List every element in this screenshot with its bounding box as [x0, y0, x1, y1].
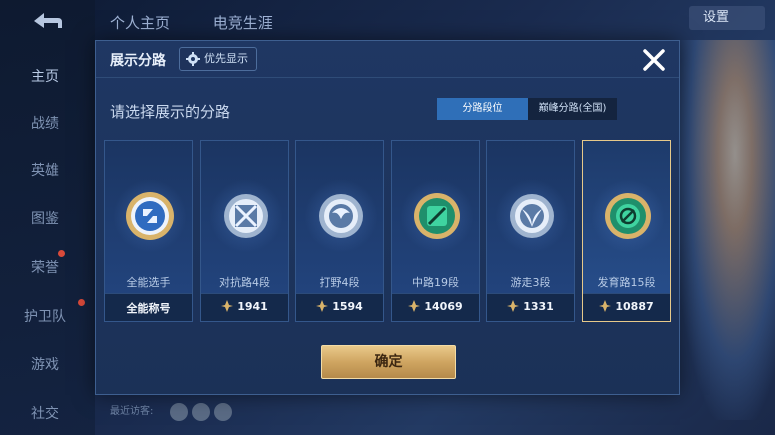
nav-guard[interactable]: 护卫队: [0, 306, 90, 326]
lane-score: 1594: [296, 300, 383, 313]
tab-lane-rank[interactable]: 分路段位: [437, 98, 528, 120]
nav-honors[interactable]: 荣誉: [0, 257, 90, 277]
lane-score: 全能称号: [126, 302, 171, 315]
lane-name: 打野4段: [319, 276, 360, 289]
rank-points-icon: [408, 300, 421, 312]
lane-card-mid[interactable]: 中路19段 14069: [391, 140, 480, 322]
avatar[interactable]: [192, 403, 210, 421]
nav-heroes[interactable]: 英雄: [0, 160, 90, 180]
nav-social[interactable]: 社交: [0, 403, 90, 423]
lane-card-jungle[interactable]: 打野4段 1594: [295, 140, 384, 322]
priority-display-label: 优先显示: [204, 52, 248, 65]
select-lane-prompt: 请选择展示的分路: [110, 103, 231, 121]
lane-card-top[interactable]: 对抗路4段 1941: [200, 140, 289, 322]
header-divider: [96, 77, 679, 78]
avatar[interactable]: [170, 403, 188, 421]
rank-points-icon: [316, 300, 329, 312]
avatar[interactable]: [214, 403, 232, 421]
farm-lane-emblem-icon: [605, 193, 651, 239]
nav-games[interactable]: 游戏: [0, 354, 90, 374]
lane-score: 14069: [392, 300, 479, 313]
lane-name: 游走3段: [510, 276, 551, 289]
notification-dot: [78, 299, 85, 306]
rank-points-icon: [599, 300, 612, 312]
rank-points-icon: [221, 300, 234, 312]
top-lane-emblem-icon: [224, 194, 268, 238]
lane-card-farm-selected[interactable]: 发育路15段 10887: [582, 140, 671, 322]
dialog-title: 展示分路: [110, 53, 166, 69]
recent-visitors-avatars: [170, 403, 232, 421]
tab-peak-lane[interactable]: 巅峰分路(全国): [528, 98, 617, 120]
back-arrow-icon[interactable]: [24, 8, 66, 34]
support-emblem-icon: [510, 194, 554, 238]
priority-display-button[interactable]: 优先显示: [179, 47, 257, 71]
settings-button[interactable]: 设置: [689, 6, 765, 30]
gear-icon: [186, 52, 200, 66]
lane-mode-toggle: 分路段位 巅峰分路(全国): [437, 98, 617, 120]
lane-name: 全能选手: [126, 276, 171, 289]
lane-display-dialog: 展示分路 优先显示 请选择展示的分路 分路段位 巅峰分路(全国) 全能选手 全能…: [95, 40, 680, 395]
lane-score: 10887: [583, 300, 670, 313]
lane-name: 发育路15段: [597, 276, 656, 289]
mid-lane-emblem-icon: [414, 193, 460, 239]
lane-card-list: 全能选手 全能称号 对抗路4段 1941 打野4段 1594 中路19段 140…: [104, 140, 674, 322]
nav-codex[interactable]: 图鉴: [0, 208, 90, 228]
top-tabs: 个人主页 电竞生涯: [110, 12, 311, 33]
nav-home[interactable]: 主页: [0, 66, 90, 86]
confirm-button[interactable]: 确定: [321, 345, 456, 379]
lane-card-all-round[interactable]: 全能选手 全能称号: [104, 140, 193, 322]
notification-dot: [58, 250, 65, 257]
lane-name: 对抗路4段: [219, 276, 270, 289]
jungle-emblem-icon: [319, 194, 363, 238]
lane-card-support[interactable]: 游走3段 1331: [486, 140, 575, 322]
close-icon[interactable]: [641, 47, 667, 73]
all-round-emblem-icon: [126, 192, 174, 240]
rank-points-icon: [507, 300, 520, 312]
lane-name: 中路19段: [412, 276, 459, 289]
hero-portrait: [675, 40, 775, 420]
tab-profile[interactable]: 个人主页: [110, 14, 170, 32]
recent-visitors-label: 最近访客:: [110, 406, 154, 417]
nav-records[interactable]: 战绩: [0, 113, 90, 133]
lane-score: 1331: [487, 300, 574, 313]
lane-score: 1941: [201, 300, 288, 313]
tab-esports[interactable]: 电竞生涯: [213, 14, 273, 32]
